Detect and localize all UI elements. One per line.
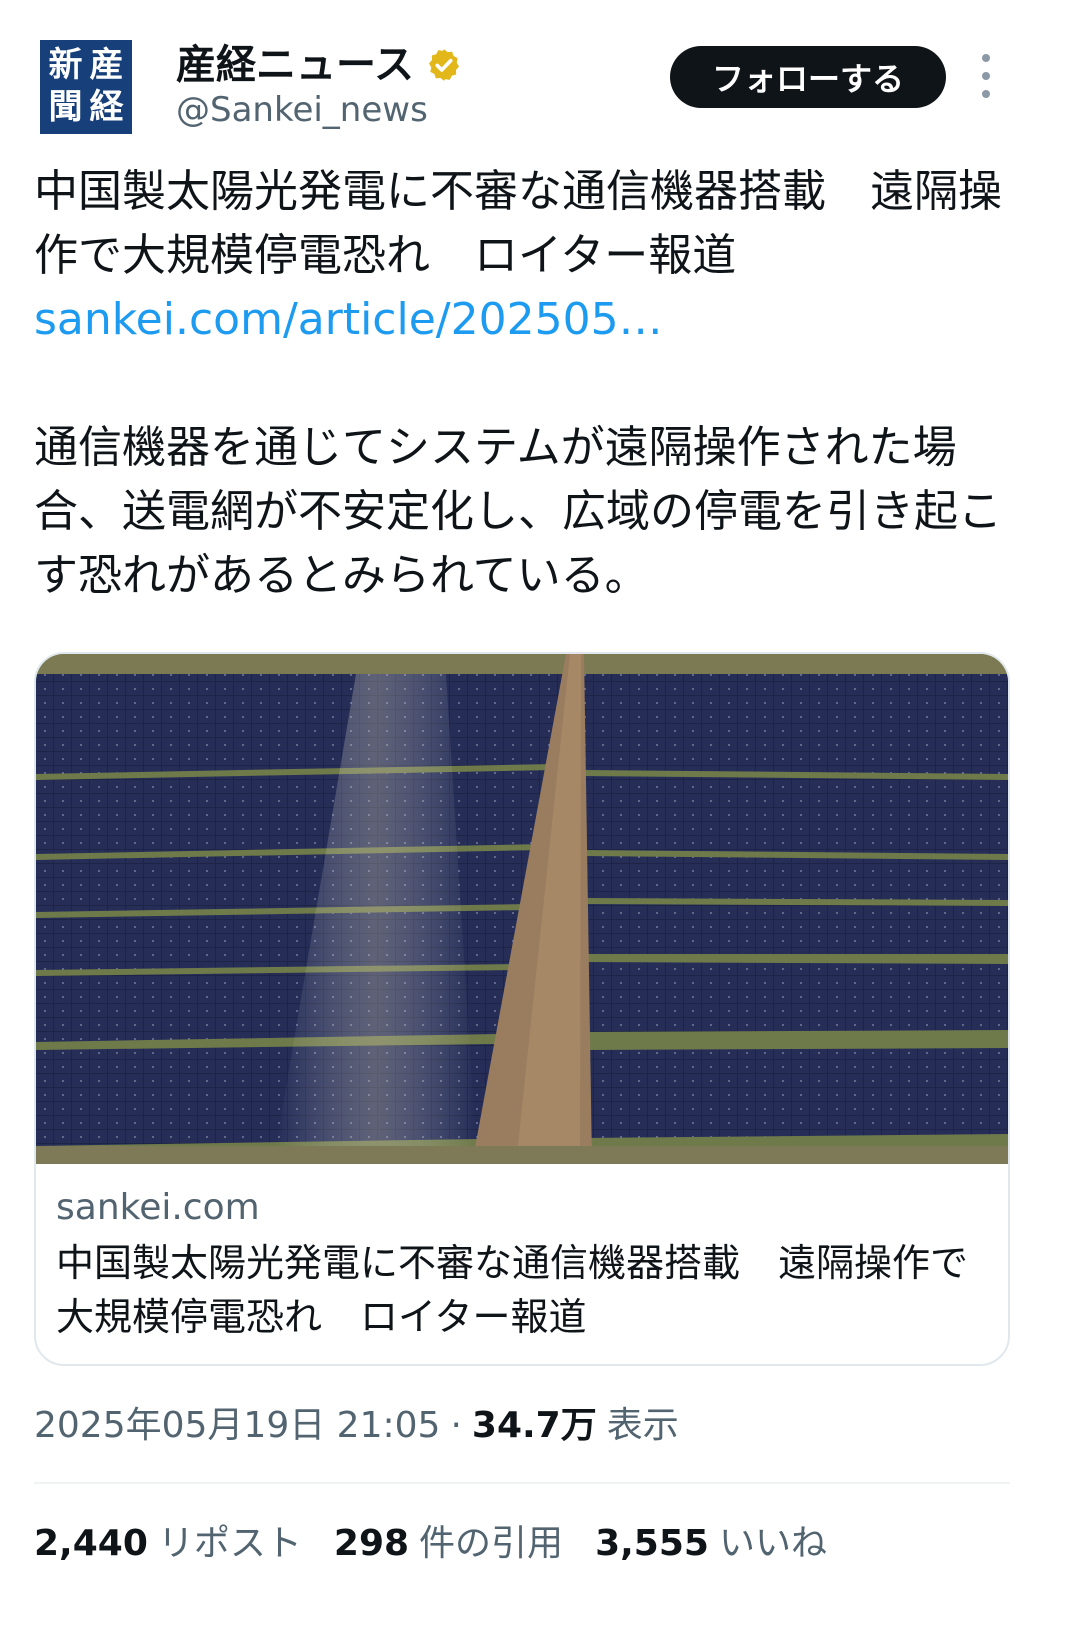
solar-farm-image [36,654,1008,1164]
divider [34,1482,1010,1484]
likes-label: いいね [718,1523,827,1564]
quotes-label: 件の引用 [419,1523,564,1564]
tweet-header: 新 産 聞 経 産経ニュース @Sankei_news フォローする [34,40,1044,140]
more-options-icon[interactable] [974,54,998,98]
avatar-char: 経 [89,87,124,127]
card-domain: sankei.com [56,1187,260,1228]
avatar-char: 新 [48,45,83,85]
card-meta: sankei.com 中国製太陽光発電に不審な通信機器搭載 遠隔操作で大規模停電… [56,1184,986,1344]
timestamp-row: 2025年05月19日 21:05 · 34.7万 表示 [34,1398,679,1454]
tweet-headline: 中国製太陽光発電に不審な通信機器搭載 遠隔操作で大規模停電恐れ ロイター報道 [34,166,1002,281]
views-count: 34.7万 [471,1405,597,1446]
avatar-char: 産 [89,45,124,85]
handle[interactable]: @Sankei_news [176,90,428,130]
article-link[interactable]: sankei.com/article/202505… [34,288,1024,352]
quotes-count: 298 [333,1523,410,1564]
quotes-stat[interactable]: 298 件の引用 [334,1516,563,1572]
card-title: 中国製太陽光発電に不審な通信機器搭載 遠隔操作で大規模停電恐れ ロイター報道 [56,1241,969,1339]
likes-stat[interactable]: 3,555 いいね [595,1516,827,1572]
tweet-text: 中国製太陽光発電に不審な通信機器搭載 遠隔操作で大規模停電恐れ ロイター報道 s… [34,160,1024,608]
timestamp[interactable]: 2025年05月19日 21:05 [34,1398,440,1454]
follow-button[interactable]: フォローする [670,46,946,108]
avatar-char: 聞 [48,87,83,127]
reposts-stat[interactable]: 2,440 リポスト [34,1516,302,1572]
stats-row: 2,440 リポスト 298 件の引用 3,555 いいね [34,1516,827,1572]
separator: · [450,1405,462,1446]
name-row: 産経ニュース [176,42,462,88]
reposts-label: リポスト [157,1523,302,1564]
likes-count: 3,555 [595,1523,709,1564]
verified-badge-icon [429,49,459,81]
display-name[interactable]: 産経ニュース [176,42,414,88]
avatar[interactable]: 新 産 聞 経 [40,40,132,134]
reposts-count: 2,440 [34,1523,148,1564]
tweet-body: 通信機器を通じてシステムが遠隔操作された場合、送電網が不安定化し、広域の停電を引… [34,422,1002,601]
link-card[interactable]: sankei.com 中国製太陽光発電に不審な通信機器搭載 遠隔操作で大規模停電… [34,652,1010,1366]
views-label: 表示 [606,1405,679,1446]
